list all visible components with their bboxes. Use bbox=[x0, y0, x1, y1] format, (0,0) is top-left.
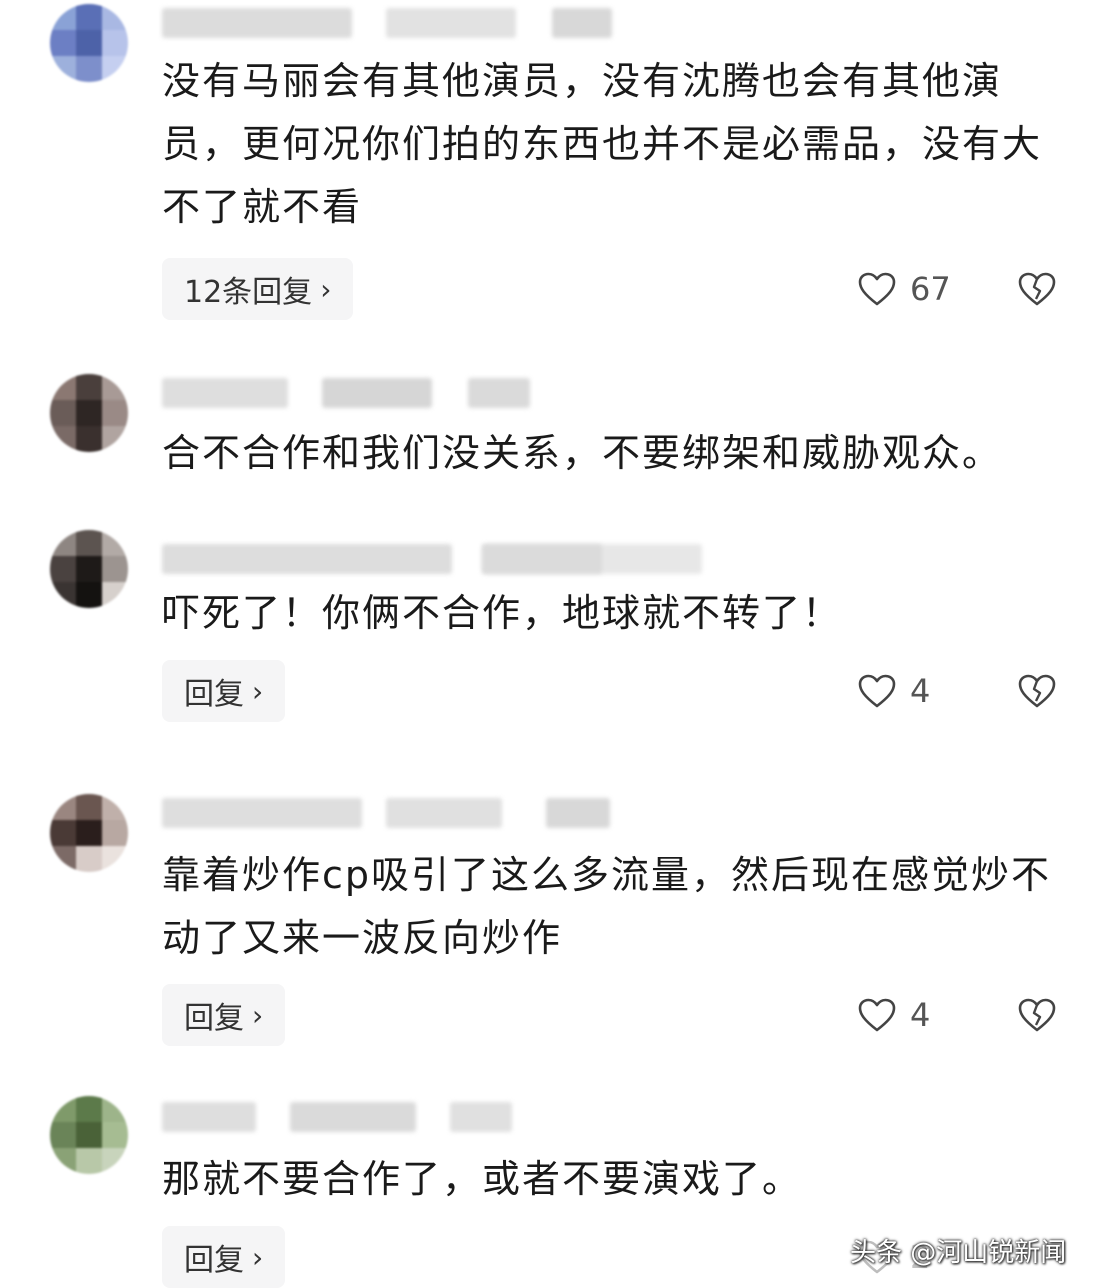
heart-icon bbox=[858, 272, 896, 306]
avatar[interactable] bbox=[50, 374, 128, 452]
comment-text: 合不合作和我们没关系，不要绑架和威胁观众。 bbox=[162, 431, 1003, 475]
chevron-right-icon: › bbox=[252, 1240, 264, 1274]
dislike-button[interactable] bbox=[1018, 984, 1056, 1046]
like-button[interactable]: 4 bbox=[858, 660, 930, 722]
dislike-button[interactable] bbox=[1018, 258, 1056, 320]
view-replies-button[interactable]: 12条回复 › bbox=[162, 258, 354, 320]
reply-button[interactable]: 回复 › bbox=[162, 1226, 286, 1288]
avatar[interactable] bbox=[50, 1096, 128, 1174]
avatar[interactable] bbox=[50, 4, 128, 82]
avatar[interactable] bbox=[50, 794, 128, 872]
comment-text: 那就不要合作了，或者不要演戏了。 bbox=[162, 1157, 803, 1201]
comment-text: 没有马丽会有其他演员，没有沈腾也会有其他演员，更何况你们拍的东西也并不是必需品，… bbox=[162, 59, 1043, 229]
like-count: 67 bbox=[910, 270, 951, 308]
chevron-right-icon: › bbox=[252, 998, 264, 1032]
reply-label: 回复 bbox=[184, 677, 244, 712]
like-count: 4 bbox=[910, 672, 931, 710]
heart-icon bbox=[858, 998, 896, 1032]
like-count: 4 bbox=[910, 996, 931, 1034]
dislike-button[interactable] bbox=[1018, 660, 1056, 722]
broken-heart-icon bbox=[1018, 998, 1056, 1032]
reply-button[interactable]: 回复 › bbox=[162, 984, 286, 1046]
chevron-right-icon: › bbox=[320, 272, 332, 306]
comment-text: 靠着炒作cp吸引了这么多流量，然后现在感觉炒不动了又来一波反向炒作 bbox=[162, 853, 1052, 960]
broken-heart-icon bbox=[1018, 674, 1056, 708]
heart-icon bbox=[858, 674, 896, 708]
chevron-right-icon: › bbox=[252, 674, 264, 708]
reply-button[interactable]: 回复 › bbox=[162, 660, 286, 722]
reply-label: 12条回复 bbox=[184, 275, 313, 310]
like-button[interactable]: 67 bbox=[858, 258, 951, 320]
reply-label: 回复 bbox=[184, 1243, 244, 1278]
watermark: 头条 @河山锐新闻 bbox=[850, 1238, 1067, 1268]
broken-heart-icon bbox=[1018, 272, 1056, 306]
avatar[interactable] bbox=[50, 530, 128, 608]
reply-label: 回复 bbox=[184, 1001, 244, 1036]
like-button[interactable]: 4 bbox=[858, 984, 930, 1046]
comment-text: 吓死了！你俩不合作，地球就不转了！ bbox=[162, 591, 843, 635]
